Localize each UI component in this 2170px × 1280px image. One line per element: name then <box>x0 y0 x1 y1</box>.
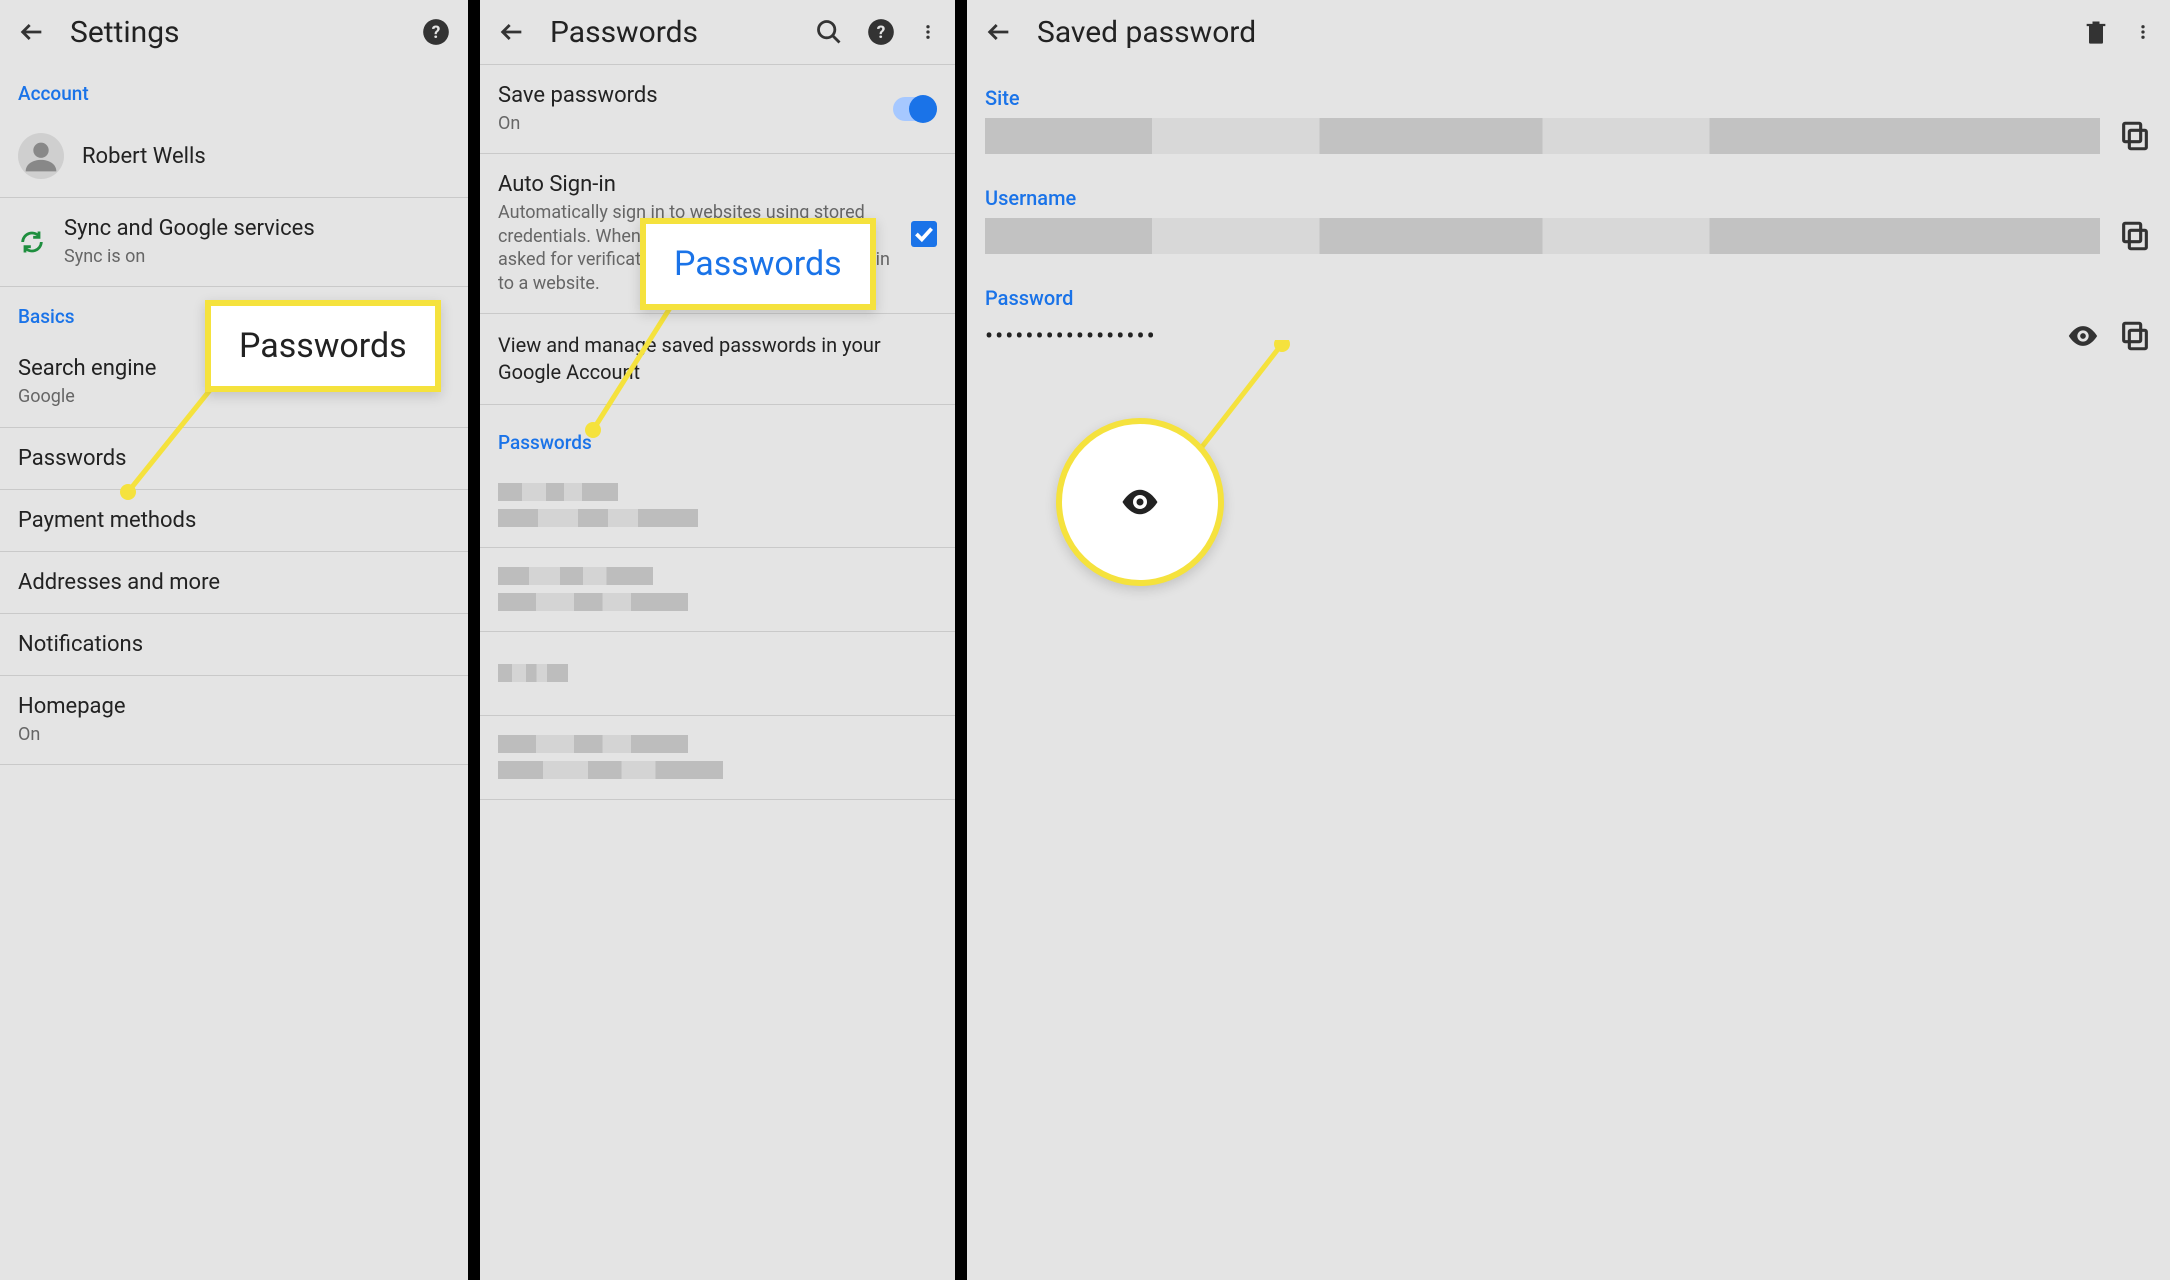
settings-panel: Settings ? Account Robert Wells Sync and… <box>0 0 468 1280</box>
svg-text:?: ? <box>432 23 441 43</box>
callout-passwords-2: Passwords <box>640 218 876 310</box>
avatar <box>18 133 64 179</box>
manage-row[interactable]: View and manage saved passwords in your … <box>480 314 955 405</box>
payment-label: Payment methods <box>18 508 196 533</box>
help-icon[interactable]: ? <box>422 18 450 46</box>
page-title: Passwords <box>550 15 698 50</box>
show-password-button[interactable] <box>2066 319 2100 353</box>
sync-title: Sync and Google services <box>64 216 450 241</box>
notifications-row[interactable]: Notifications <box>0 614 468 676</box>
delete-icon[interactable] <box>2082 18 2110 46</box>
homepage-row[interactable]: Homepage On <box>0 676 468 765</box>
sync-row[interactable]: Sync and Google services Sync is on <box>0 197 468 287</box>
account-row[interactable]: Robert Wells <box>0 115 468 197</box>
auto-title: Auto Sign-in <box>498 172 893 197</box>
payment-row[interactable]: Payment methods <box>0 490 468 552</box>
copy-password-button[interactable] <box>2118 319 2152 353</box>
back-icon[interactable] <box>985 18 1013 46</box>
back-icon[interactable] <box>498 18 526 46</box>
page-title: Saved password <box>1037 15 1256 50</box>
svg-text:?: ? <box>877 23 886 43</box>
more-icon[interactable] <box>919 18 937 46</box>
saved-password-panel: Saved password Site Username Password <box>967 0 2170 1280</box>
auto-checkbox[interactable] <box>911 221 937 247</box>
homepage-sub: On <box>18 723 450 746</box>
passwords-header: Passwords <box>480 405 955 464</box>
password-value: ••••••••••••••••• <box>985 318 2048 354</box>
site-label: Site <box>967 64 2170 118</box>
copy-username-button[interactable] <box>2118 219 2152 253</box>
section-account: Account <box>0 64 468 115</box>
copy-site-button[interactable] <box>2118 119 2152 153</box>
callout-eye <box>1056 418 1224 586</box>
saved-password-item[interactable] <box>480 464 955 548</box>
username-value <box>985 218 2100 254</box>
more-icon[interactable] <box>2134 18 2152 46</box>
callout-passwords-1: Passwords <box>205 300 441 392</box>
save-pw-sub: On <box>498 112 875 135</box>
save-pw-toggle[interactable] <box>893 97 937 121</box>
saved-password-item[interactable] <box>480 716 955 800</box>
save-passwords-row[interactable]: Save passwords On <box>480 64 955 154</box>
saved-password-item[interactable] <box>480 548 955 632</box>
passwords-row[interactable]: Passwords <box>0 428 468 490</box>
site-value <box>985 118 2100 154</box>
separator <box>955 0 967 1280</box>
sync-sub: Sync is on <box>64 245 450 268</box>
google-account-link[interactable]: Google Account <box>498 360 640 384</box>
addresses-label: Addresses and more <box>18 570 220 595</box>
sync-icon <box>18 228 46 256</box>
passwords-panel: Passwords ? Save passwords On Auto Sign-… <box>480 0 955 1280</box>
homepage-title: Homepage <box>18 694 450 719</box>
addresses-row[interactable]: Addresses and more <box>0 552 468 614</box>
password-label: Password <box>967 264 2170 318</box>
page-title: Settings <box>70 15 180 50</box>
back-icon[interactable] <box>18 18 46 46</box>
username-label: Username <box>967 164 2170 218</box>
search-icon[interactable] <box>815 18 843 46</box>
passwords-label: Passwords <box>18 446 127 471</box>
saved-password-item[interactable] <box>480 632 955 716</box>
user-name: Robert Wells <box>82 144 450 169</box>
notifications-label: Notifications <box>18 632 143 657</box>
save-pw-title: Save passwords <box>498 83 875 108</box>
help-icon[interactable]: ? <box>867 18 895 46</box>
separator <box>468 0 480 1280</box>
manage-text: View and manage saved passwords in your <box>498 333 881 357</box>
